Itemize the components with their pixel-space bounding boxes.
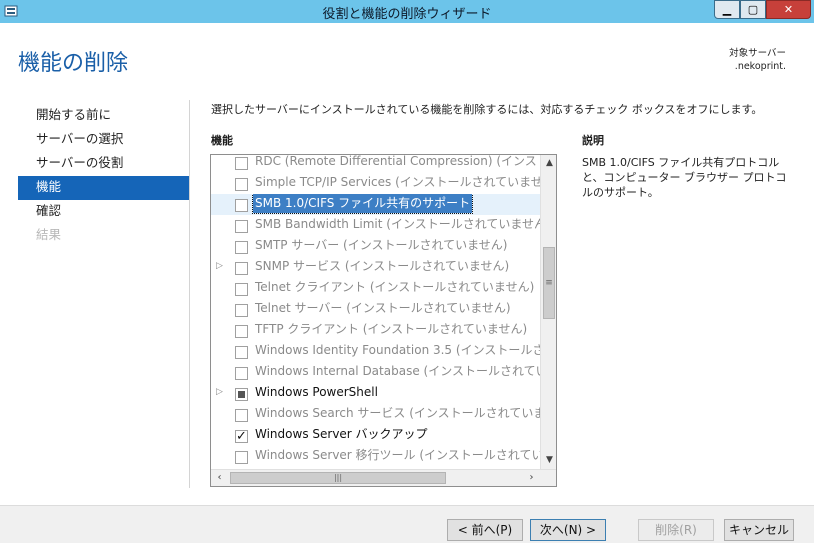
- feature-checkbox: [235, 241, 248, 254]
- scroll-up-icon[interactable]: ▲: [541, 155, 556, 172]
- description-text: SMB 1.0/CIFS ファイル共有プロトコルと、コンピューター ブラウザー …: [582, 156, 787, 199]
- wizard-nav: 開始する前に サーバーの選択 サーバーの役割 機能 確認 結果: [18, 104, 189, 248]
- target-server: 対象サーバー .nekoprint.: [729, 47, 786, 73]
- feature-label: Windows Server 移行ツール (インストールされていません): [255, 448, 541, 462]
- feature-label: Windows PowerShell: [255, 385, 378, 399]
- feature-checkbox[interactable]: [235, 388, 248, 401]
- feature-label: Telnet サーバー (インストールされていません): [255, 301, 511, 315]
- feature-checkbox: [235, 262, 248, 275]
- feature-checkbox: [235, 178, 248, 191]
- vertical-scroll-thumb[interactable]: ≡: [543, 247, 555, 319]
- nav-item-server-selection[interactable]: サーバーの選択: [18, 128, 189, 152]
- feature-label: RDC (Remote Differential Compression) (イ…: [255, 154, 541, 168]
- feature-checkbox: [235, 451, 248, 464]
- feature-label: Telnet クライアント (インストールされていません): [255, 280, 535, 294]
- target-server-label: 対象サーバー: [729, 48, 786, 59]
- nav-item-features[interactable]: 機能: [18, 176, 189, 200]
- features-heading: 機能: [211, 134, 233, 147]
- feature-row[interactable]: Telnet クライアント (インストールされていません): [211, 278, 541, 299]
- feature-row[interactable]: SMB 1.0/CIFS ファイル共有のサポート: [211, 194, 541, 215]
- nav-item-server-roles[interactable]: サーバーの役割: [18, 152, 189, 176]
- scroll-left-icon[interactable]: ‹: [211, 470, 228, 486]
- feature-checkbox[interactable]: [235, 199, 248, 212]
- features-tree[interactable]: RDC (Remote Differential Compression) (イ…: [210, 154, 557, 487]
- feature-row[interactable]: Telnet サーバー (インストールされていません): [211, 299, 541, 320]
- feature-row[interactable]: ▷ Windows PowerShell: [211, 383, 541, 404]
- nav-divider: [189, 100, 190, 488]
- feature-row[interactable]: Simple TCP/IP Services (インストールされていません): [211, 173, 541, 194]
- expand-arrow-icon[interactable]: ▷: [216, 383, 226, 402]
- feature-row[interactable]: Windows Server 移行ツール (インストールされていません): [211, 446, 541, 467]
- close-button[interactable]: ✕: [766, 0, 811, 19]
- feature-checkbox: [235, 304, 248, 317]
- feature-row[interactable]: RDC (Remote Differential Compression) (イ…: [211, 154, 541, 173]
- feature-checkbox: [235, 157, 248, 170]
- remove-button: 削除(R): [638, 519, 714, 541]
- maximize-button[interactable]: ▢: [740, 0, 766, 19]
- horizontal-scroll-thumb[interactable]: |||: [230, 472, 446, 484]
- next-button[interactable]: 次へ(N) >: [530, 519, 606, 541]
- nav-item-confirmation[interactable]: 確認: [18, 200, 189, 224]
- feature-label: TFTP クライアント (インストールされていません): [255, 322, 528, 336]
- cancel-button[interactable]: キャンセル: [724, 519, 794, 541]
- feature-row[interactable]: Windows Search サービス (インストールされていません): [211, 404, 541, 425]
- feature-label: Windows Server バックアップ: [255, 427, 428, 441]
- title-bar: 役割と機能の削除ウィザード ▁ ▢ ✕: [0, 0, 814, 23]
- feature-label: Windows Search サービス (インストールされていません): [255, 406, 541, 420]
- wizard-footer: < 前へ(P) 次へ(N) > 削除(R) キャンセル: [0, 505, 814, 543]
- page-title: 機能の削除: [18, 51, 129, 76]
- feature-checkbox: [235, 220, 248, 233]
- feature-label: Windows Identity Foundation 3.5 (インストールさ…: [255, 343, 541, 357]
- feature-checkbox: [235, 283, 248, 296]
- feature-row[interactable]: TFTP クライアント (インストールされていません): [211, 320, 541, 341]
- feature-label: SMB 1.0/CIFS ファイル共有のサポート: [251, 194, 474, 214]
- feature-checkbox: [235, 409, 248, 422]
- scroll-right-icon[interactable]: ›: [523, 470, 540, 486]
- instructions-text: 選択したサーバーにインストールされている機能を削除するには、対応するチェック ボ…: [211, 103, 763, 116]
- vertical-scrollbar[interactable]: ▲ ≡ ▼: [540, 155, 556, 469]
- description-heading: 説明: [582, 134, 604, 147]
- expand-arrow-icon[interactable]: ▷: [216, 257, 226, 276]
- horizontal-scrollbar[interactable]: ‹ ||| ›: [211, 469, 556, 486]
- feature-label: Simple TCP/IP Services (インストールされていません): [255, 175, 541, 189]
- feature-row[interactable]: Windows Internal Database (インストールされていませ: [211, 362, 541, 383]
- feature-label: SNMP サービス (インストールされていません): [255, 259, 510, 273]
- target-server-name: .nekoprint.: [734, 61, 786, 72]
- feature-checkbox: [235, 325, 248, 338]
- feature-label: Windows Internal Database (インストールされていませ: [255, 364, 541, 378]
- nav-item-before-you-begin[interactable]: 開始する前に: [18, 104, 189, 128]
- feature-row[interactable]: ▷ SNMP サービス (インストールされていません): [211, 257, 541, 278]
- scroll-down-icon[interactable]: ▼: [541, 452, 556, 469]
- window-title: 役割と機能の削除ウィザード: [322, 7, 492, 22]
- feature-row[interactable]: Windows Identity Foundation 3.5 (インストールさ…: [211, 341, 541, 362]
- feature-checkbox: [235, 346, 248, 359]
- feature-checkbox[interactable]: [235, 427, 248, 446]
- feature-label: SMB Bandwidth Limit (インストールされていません): [255, 217, 541, 231]
- feature-checkbox: [235, 367, 248, 380]
- features-tree-rows: RDC (Remote Differential Compression) (イ…: [211, 154, 541, 467]
- nav-item-results: 結果: [36, 227, 62, 242]
- feature-row[interactable]: Windows Server バックアップ: [211, 425, 541, 446]
- feature-label: SMTP サーバー (インストールされていません): [255, 238, 508, 252]
- previous-button[interactable]: < 前へ(P): [447, 519, 523, 541]
- minimize-button[interactable]: ▁: [714, 0, 740, 19]
- feature-row[interactable]: SMB Bandwidth Limit (インストールされていません): [211, 215, 541, 236]
- feature-row[interactable]: SMTP サーバー (インストールされていません): [211, 236, 541, 257]
